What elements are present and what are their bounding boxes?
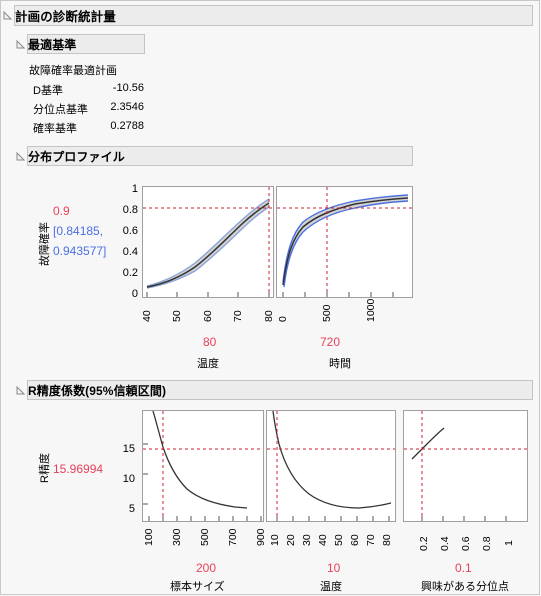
precision-panel-temperature[interactable] <box>266 410 396 522</box>
disclosure-triangle-icon[interactable] <box>16 151 25 161</box>
profiler-temp-tick-60: 60 <box>202 310 214 322</box>
precision-temperature-tick-60: 60 <box>349 534 361 546</box>
profiler-ci-upper: 0.943577] <box>53 244 107 258</box>
section-title-profiler: 分布プロファイル <box>28 149 125 164</box>
precision-quantile-tick-02: 0.2 <box>418 536 430 551</box>
profiler-current-value[interactable]: 0.9 <box>53 204 70 218</box>
precision-quantile-tick-06: 0.6 <box>460 536 472 551</box>
profiler-time-axis-label: 時間 <box>329 358 351 370</box>
criterion-value-d: -10.56 <box>112 82 144 94</box>
precision-y-axis-label: R精度 <box>39 453 51 483</box>
profiler-time-tick-1000: 1000 <box>365 298 377 322</box>
precision-temperature-tick-20: 20 <box>285 534 297 546</box>
profiler-y-axis-label: 故障確率 <box>39 222 51 266</box>
section-title-optimality: 最適基準 <box>28 37 77 52</box>
precision-panel-quantile[interactable] <box>403 410 528 522</box>
precision-temperature-tick-10: 10 <box>269 534 281 546</box>
section-title-precision: R精度係数(95%信頼区間) <box>28 383 167 398</box>
precision-samplesize-tick-300: 300 <box>171 528 183 546</box>
profiler-ytick-08: 0.8 <box>122 204 138 216</box>
precision-panel-sample-size[interactable] <box>142 410 264 522</box>
profiler-temp-tick-80: 80 <box>263 310 275 322</box>
disclosure-triangle-icon[interactable] <box>16 385 25 395</box>
precision-samplesize-tick-500: 500 <box>199 528 211 546</box>
criterion-name-quantile: 分位点基準 <box>33 104 88 116</box>
precision-current-value[interactable]: 15.96994 <box>53 462 103 476</box>
precision-samplesize-tick-700: 700 <box>227 528 239 546</box>
precision-samplesize-current[interactable]: 200 <box>196 561 216 575</box>
precision-ytick-5: 5 <box>128 503 135 515</box>
criterion-value-probability: 0.2788 <box>110 120 144 132</box>
profiler-ci-lower: [0.84185, <box>53 224 104 238</box>
section-header-optimality[interactable]: 最適基準 <box>16 34 145 54</box>
section-header-precision[interactable]: R精度係数(95%信頼区間) <box>16 380 533 400</box>
section-header-diagnostics[interactable]: 計画の診断統計量 <box>3 5 533 26</box>
profiler-ytick-0: 0 <box>131 288 138 300</box>
precision-temperature-tick-50: 50 <box>333 534 345 546</box>
precision-temperature-tick-80: 80 <box>381 534 393 546</box>
section-header-profiler[interactable]: 分布プロファイル <box>16 146 413 166</box>
precision-quantile-tick-04: 0.4 <box>439 536 451 551</box>
precision-quantile-axis-label: 興味がある分位点 <box>421 581 509 593</box>
precision-quantile-tick-08: 0.8 <box>481 536 493 551</box>
precision-temperature-current[interactable]: 10 <box>327 561 340 575</box>
profiler-temperature-current[interactable]: 80 <box>203 335 216 349</box>
profiler-ytick-06: 0.6 <box>122 225 138 237</box>
profiler-panel-temperature[interactable] <box>142 186 274 298</box>
profiler-temp-tick-50: 50 <box>171 310 183 322</box>
precision-samplesize-axis-label: 標本サイズ <box>170 581 225 593</box>
profiler-temp-tick-40: 40 <box>141 310 153 322</box>
profiler-ytick-02: 0.2 <box>122 267 138 279</box>
profiler-time-tick-500: 500 <box>321 304 333 322</box>
profiler-ytick-04: 0.4 <box>122 246 138 258</box>
precision-samplesize-tick-900: 900 <box>255 528 267 546</box>
profiler-panel-time[interactable] <box>276 186 413 298</box>
profiler-temp-tick-70: 70 <box>232 310 244 322</box>
profiler-temperature-axis-label: 温度 <box>197 358 219 370</box>
precision-temperature-tick-40: 40 <box>317 534 329 546</box>
precision-quantile-current[interactable]: 0.1 <box>455 561 472 575</box>
profiler-ytick-1: 1 <box>131 183 138 195</box>
profiler-time-current[interactable]: 720 <box>320 335 340 349</box>
disclosure-triangle-icon[interactable] <box>3 11 12 20</box>
criterion-value-quantile: 2.3546 <box>110 101 144 113</box>
section-title-diagnostics: 計画の診断統計量 <box>15 10 116 24</box>
profiler-time-tick-0: 0 <box>277 316 289 322</box>
precision-temperature-tick-30: 30 <box>301 534 313 546</box>
precision-samplesize-tick-100: 100 <box>143 528 155 546</box>
criterion-name-probability: 確率基準 <box>33 123 77 135</box>
criterion-name-d: D基準 <box>33 85 63 97</box>
precision-ytick-10: 10 <box>122 473 135 485</box>
optimality-subtitle: 故障確率最適計画 <box>29 65 117 77</box>
precision-quantile-tick-1: 1 <box>503 540 515 546</box>
precision-temperature-axis-label: 温度 <box>320 581 342 593</box>
disclosure-triangle-icon[interactable] <box>16 39 25 49</box>
precision-temperature-tick-70: 70 <box>365 534 377 546</box>
precision-ytick-15: 15 <box>122 443 135 455</box>
